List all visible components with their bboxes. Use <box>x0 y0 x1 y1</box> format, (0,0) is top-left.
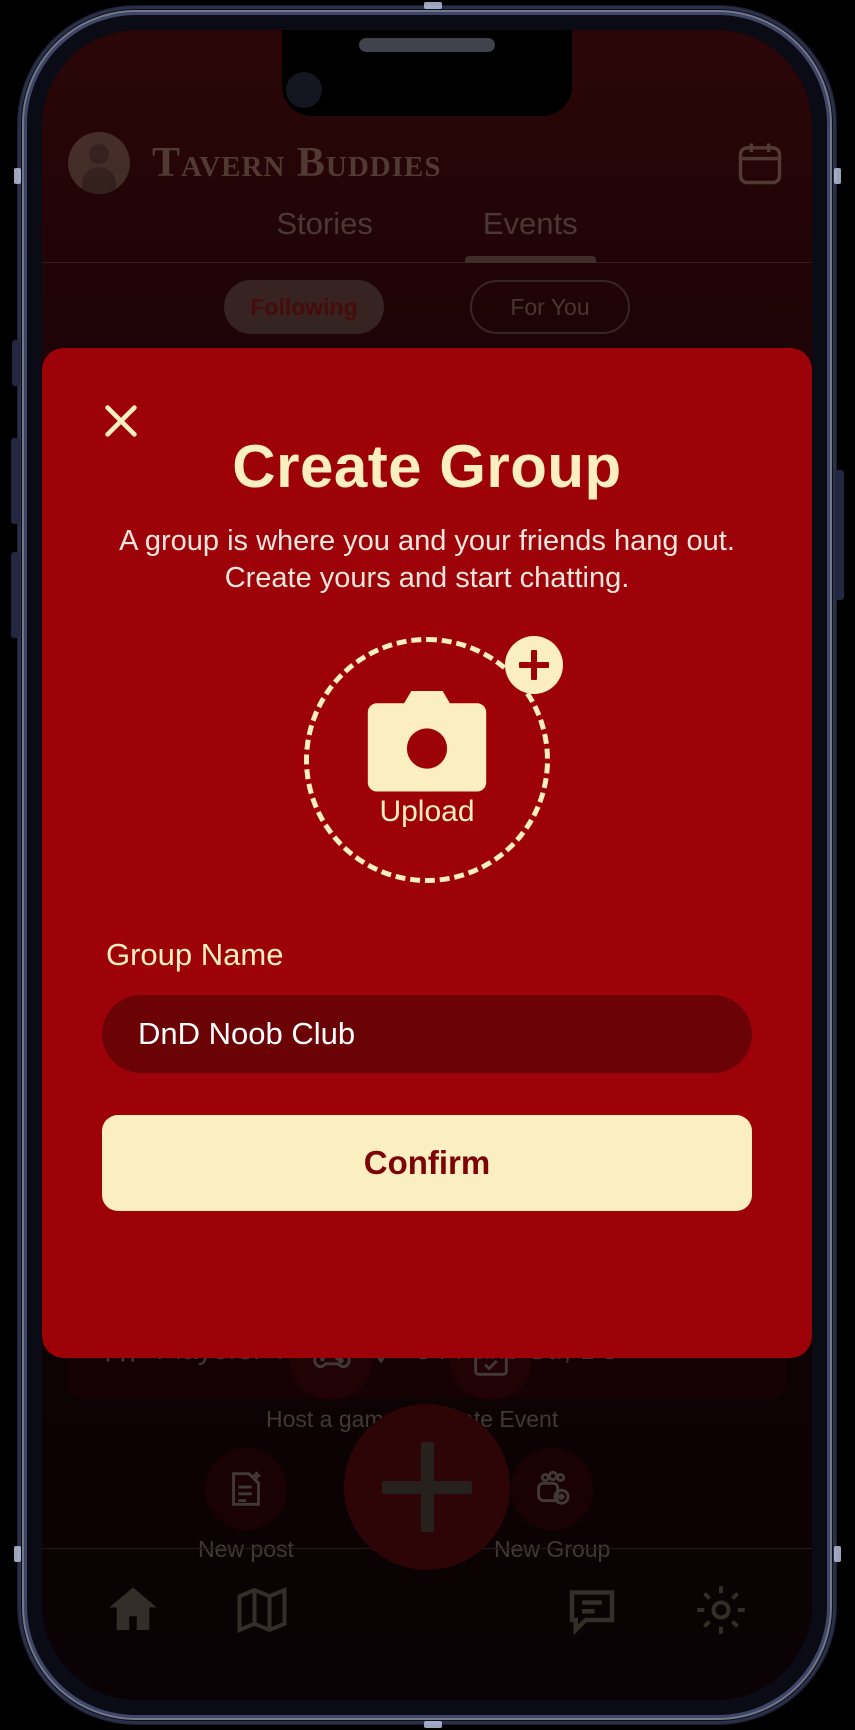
plus-badge-vertical <box>531 650 537 681</box>
frame-marker-left-upper <box>14 168 21 184</box>
power-button[interactable] <box>835 470 844 600</box>
modal-title: Create Group <box>232 433 622 500</box>
plus-badge-icon[interactable] <box>505 636 563 695</box>
home-icon[interactable] <box>103 1580 163 1640</box>
speaker-grille <box>359 38 495 52</box>
frame-marker-bottom <box>424 1721 442 1728</box>
app-header: Tavern Buddies <box>42 108 812 218</box>
map-icon[interactable] <box>232 1580 292 1640</box>
group-name-input[interactable] <box>102 995 752 1074</box>
frame-marker-right-lower <box>834 1546 841 1562</box>
gear-icon[interactable] <box>691 1580 751 1640</box>
volume-up-button[interactable] <box>11 438 20 524</box>
fab-new-group[interactable]: New Group <box>494 1448 610 1563</box>
tab-events[interactable]: Events <box>464 206 596 263</box>
modal-description: A group is where you and your friends ha… <box>119 525 735 595</box>
mute-switch[interactable] <box>12 340 20 386</box>
group-add-icon <box>511 1448 594 1530</box>
chat-icon[interactable] <box>562 1580 622 1640</box>
close-icon[interactable] <box>98 398 144 444</box>
upload-label: Upload <box>379 795 475 829</box>
volume-down-button[interactable] <box>11 552 20 638</box>
filter-pill-row: Following For You <box>42 280 812 334</box>
tab-stories[interactable]: Stories <box>276 206 372 254</box>
plus-icon-vertical <box>420 1442 434 1532</box>
fab-main-plus-button[interactable] <box>344 1404 510 1570</box>
create-group-modal: Create Group A group is where you and yo… <box>42 348 812 1358</box>
bottom-navigation <box>42 1548 812 1700</box>
top-tabs: Stories Events <box>42 206 812 263</box>
fab-new-post[interactable]: New post <box>198 1448 294 1563</box>
confirm-button[interactable]: Confirm <box>102 1115 752 1212</box>
group-name-label: Group Name <box>106 937 284 973</box>
camera-icon <box>360 691 494 792</box>
avatar[interactable] <box>68 132 130 194</box>
phone-screen: Tavern Buddies Stories Events Following … <box>42 30 812 1700</box>
upload-avatar-dropzone[interactable]: Upload <box>304 636 563 884</box>
pill-following[interactable]: Following <box>224 280 384 334</box>
calendar-icon[interactable] <box>734 137 786 189</box>
pill-for-you[interactable]: For You <box>470 280 630 334</box>
frame-marker-left-lower <box>14 1546 21 1562</box>
frame-marker-top <box>424 2 442 9</box>
frame-marker-right-upper <box>834 168 841 184</box>
front-camera <box>286 72 322 108</box>
page-title: Tavern Buddies <box>152 140 442 186</box>
document-plus-icon <box>204 1448 287 1530</box>
